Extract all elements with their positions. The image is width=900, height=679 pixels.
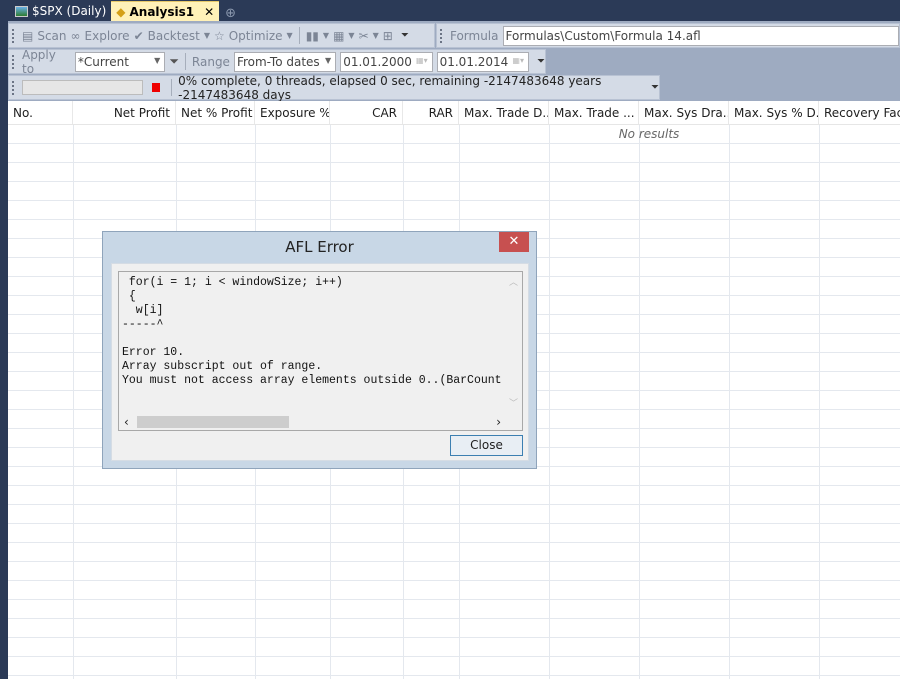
close-button[interactable]: Close <box>450 435 523 456</box>
chevron-down-icon[interactable]: ▼ <box>287 31 293 40</box>
chevron-down-icon: ▼ <box>154 55 161 65</box>
apply-to-select[interactable]: *Current ▼ <box>74 51 166 72</box>
column-header-max-sys-drawdown[interactable]: Max. Sys Dra... <box>639 101 729 124</box>
horizontal-scrollbar[interactable]: ‹ › <box>119 413 507 430</box>
toolbar-overflow-icon[interactable]: ⏷ <box>537 56 545 67</box>
vertical-scrollbar[interactable]: ︿ ﹀ <box>505 272 522 414</box>
column-header-max-trade-drawdown[interactable]: Max. Trade D... <box>459 101 549 124</box>
tools-icon[interactable]: ✂ <box>359 29 369 43</box>
scroll-up-icon[interactable]: ︿ <box>505 275 522 288</box>
range-value: From-To dates <box>236 54 320 69</box>
column-header-rar[interactable]: RAR <box>403 101 459 124</box>
dialog-title: AFL Error <box>285 238 354 256</box>
grip[interactable] <box>440 28 443 43</box>
status-text: 0% complete, 0 threads, elapsed 0 sec, r… <box>178 73 602 102</box>
analysis-icon: ◆ <box>116 4 126 19</box>
table-view-icon[interactable]: ▦ <box>333 29 344 43</box>
chevron-down-icon: ▼ <box>325 55 332 65</box>
formula-path-input[interactable]: Formulas\Custom\Formula 14.afl <box>502 25 899 46</box>
from-date: 01.01.2000 <box>343 54 412 69</box>
dialog-close-icon[interactable]: ✕ <box>499 232 529 252</box>
progress-bar <box>21 80 143 95</box>
report-chart-icon[interactable]: ▮▮ <box>306 29 319 43</box>
scroll-down-icon[interactable]: ﹀ <box>505 396 522 409</box>
range-toolbar: Apply to *Current ▼ ⏷ Range From-To dates… <box>8 47 546 76</box>
chevron-down-icon[interactable]: ▼ <box>348 31 354 40</box>
toolbar-area: ▤ Scan ∞ Explore ✔ Backtest ▼ ☆ Optimize ▼ ▮▮ ▼… <box>8 21 900 102</box>
grip[interactable] <box>12 54 15 69</box>
range-select[interactable]: From-To dates ▼ <box>233 51 337 72</box>
chevron-down-icon[interactable]: ▼ <box>204 31 210 40</box>
progress-toolbar: 0% complete, 0 threads, elapsed 0 sec, r… <box>8 73 660 102</box>
formula-toolbar: Formula Formulas\Custom\Formula 14.afl <box>436 23 900 48</box>
backtest-button[interactable]: Backtest <box>148 29 200 43</box>
dialog-body: for(i = 1; i < windowSize; i++) { w[i] -… <box>111 263 529 461</box>
formula-label: Formula <box>449 28 499 43</box>
results-header: No. Net Profit Net % Profit Exposure % C… <box>8 101 900 125</box>
toolbar-overflow-icon[interactable]: ⏷ <box>651 82 659 93</box>
column-header-exposure[interactable]: Exposure % <box>255 101 330 124</box>
optimize-icon: ☆ <box>213 28 225 43</box>
scan-button[interactable]: Scan <box>37 29 66 43</box>
apply-to-value: *Current <box>77 54 129 69</box>
tab-analysis1[interactable]: ◆ Analysis1 ✕ <box>111 1 220 21</box>
chevron-down-icon[interactable]: ▼ <box>373 31 379 40</box>
afl-error-dialog: AFL Error ✕ for(i = 1; i < windowSize; i… <box>102 231 537 469</box>
column-header-max-trade-pct-drawdown[interactable]: Max. Trade ... <box>549 101 639 124</box>
to-date: 01.01.2014 <box>439 54 509 69</box>
scroll-left-icon[interactable]: ‹ <box>124 415 129 429</box>
divider <box>298 27 300 44</box>
explore-button[interactable]: Explore <box>85 29 130 43</box>
scroll-right-icon[interactable]: › <box>496 415 501 429</box>
document-tabs: $SPX (Daily) ◆ Analysis1 ✕ ⊕ <box>0 0 900 21</box>
scan-icon: ▤ <box>22 28 34 43</box>
column-header-car[interactable]: CAR <box>330 101 403 124</box>
tab-spx-daily[interactable]: $SPX (Daily) <box>10 1 111 21</box>
range-label: Range <box>191 54 230 69</box>
settings-icon[interactable]: ⊞ <box>383 29 393 43</box>
divider <box>184 53 186 70</box>
error-message-text: for(i = 1; i < windowSize; i++) { w[i] -… <box>122 276 502 387</box>
to-date-picker[interactable]: 01.01.2014 ▦▾ <box>436 51 529 72</box>
column-header-no[interactable]: No. <box>8 101 73 124</box>
filter-icon[interactable]: ⏷ <box>169 54 179 69</box>
toolbar-overflow-icon[interactable]: ⏷ <box>401 30 409 41</box>
from-date-picker[interactable]: 01.01.2000 ▦▾ <box>340 51 433 72</box>
column-header-net-profit[interactable]: Net Profit <box>73 101 176 124</box>
divider <box>171 79 173 96</box>
no-results-text: No results <box>618 127 680 141</box>
calendar-icon[interactable]: ▦▾ <box>512 56 524 65</box>
optimize-button[interactable]: Optimize <box>229 29 283 43</box>
column-header-max-sys-pct-drawdown[interactable]: Max. Sys % D... <box>729 101 819 124</box>
calendar-icon[interactable]: ▦▾ <box>416 56 428 65</box>
column-header-net-pct-profit[interactable]: Net % Profit <box>176 101 255 124</box>
grip[interactable] <box>12 28 15 43</box>
new-tab-icon[interactable]: ⊕ <box>225 6 236 21</box>
apply-to-label: Apply to <box>21 47 56 76</box>
stop-button[interactable] <box>151 83 161 92</box>
backtest-icon: ✔ <box>133 28 144 43</box>
error-message-box[interactable]: for(i = 1; i < windowSize; i++) { w[i] -… <box>118 271 523 431</box>
tab-label: $SPX (Daily) <box>32 4 107 18</box>
chart-icon <box>15 5 28 17</box>
actions-toolbar: ▤ Scan ∞ Explore ✔ Backtest ▼ ☆ Optimize ▼ ▮▮ ▼… <box>8 23 435 48</box>
column-header-recovery-factor[interactable]: Recovery Fac... <box>819 101 900 124</box>
grip[interactable] <box>12 80 15 95</box>
scroll-thumb[interactable] <box>137 416 289 428</box>
tab-label: Analysis1 <box>129 4 195 19</box>
close-tab-icon[interactable]: ✕ <box>204 5 214 19</box>
chevron-down-icon[interactable]: ▼ <box>323 31 329 40</box>
explore-icon: ∞ <box>70 28 81 43</box>
